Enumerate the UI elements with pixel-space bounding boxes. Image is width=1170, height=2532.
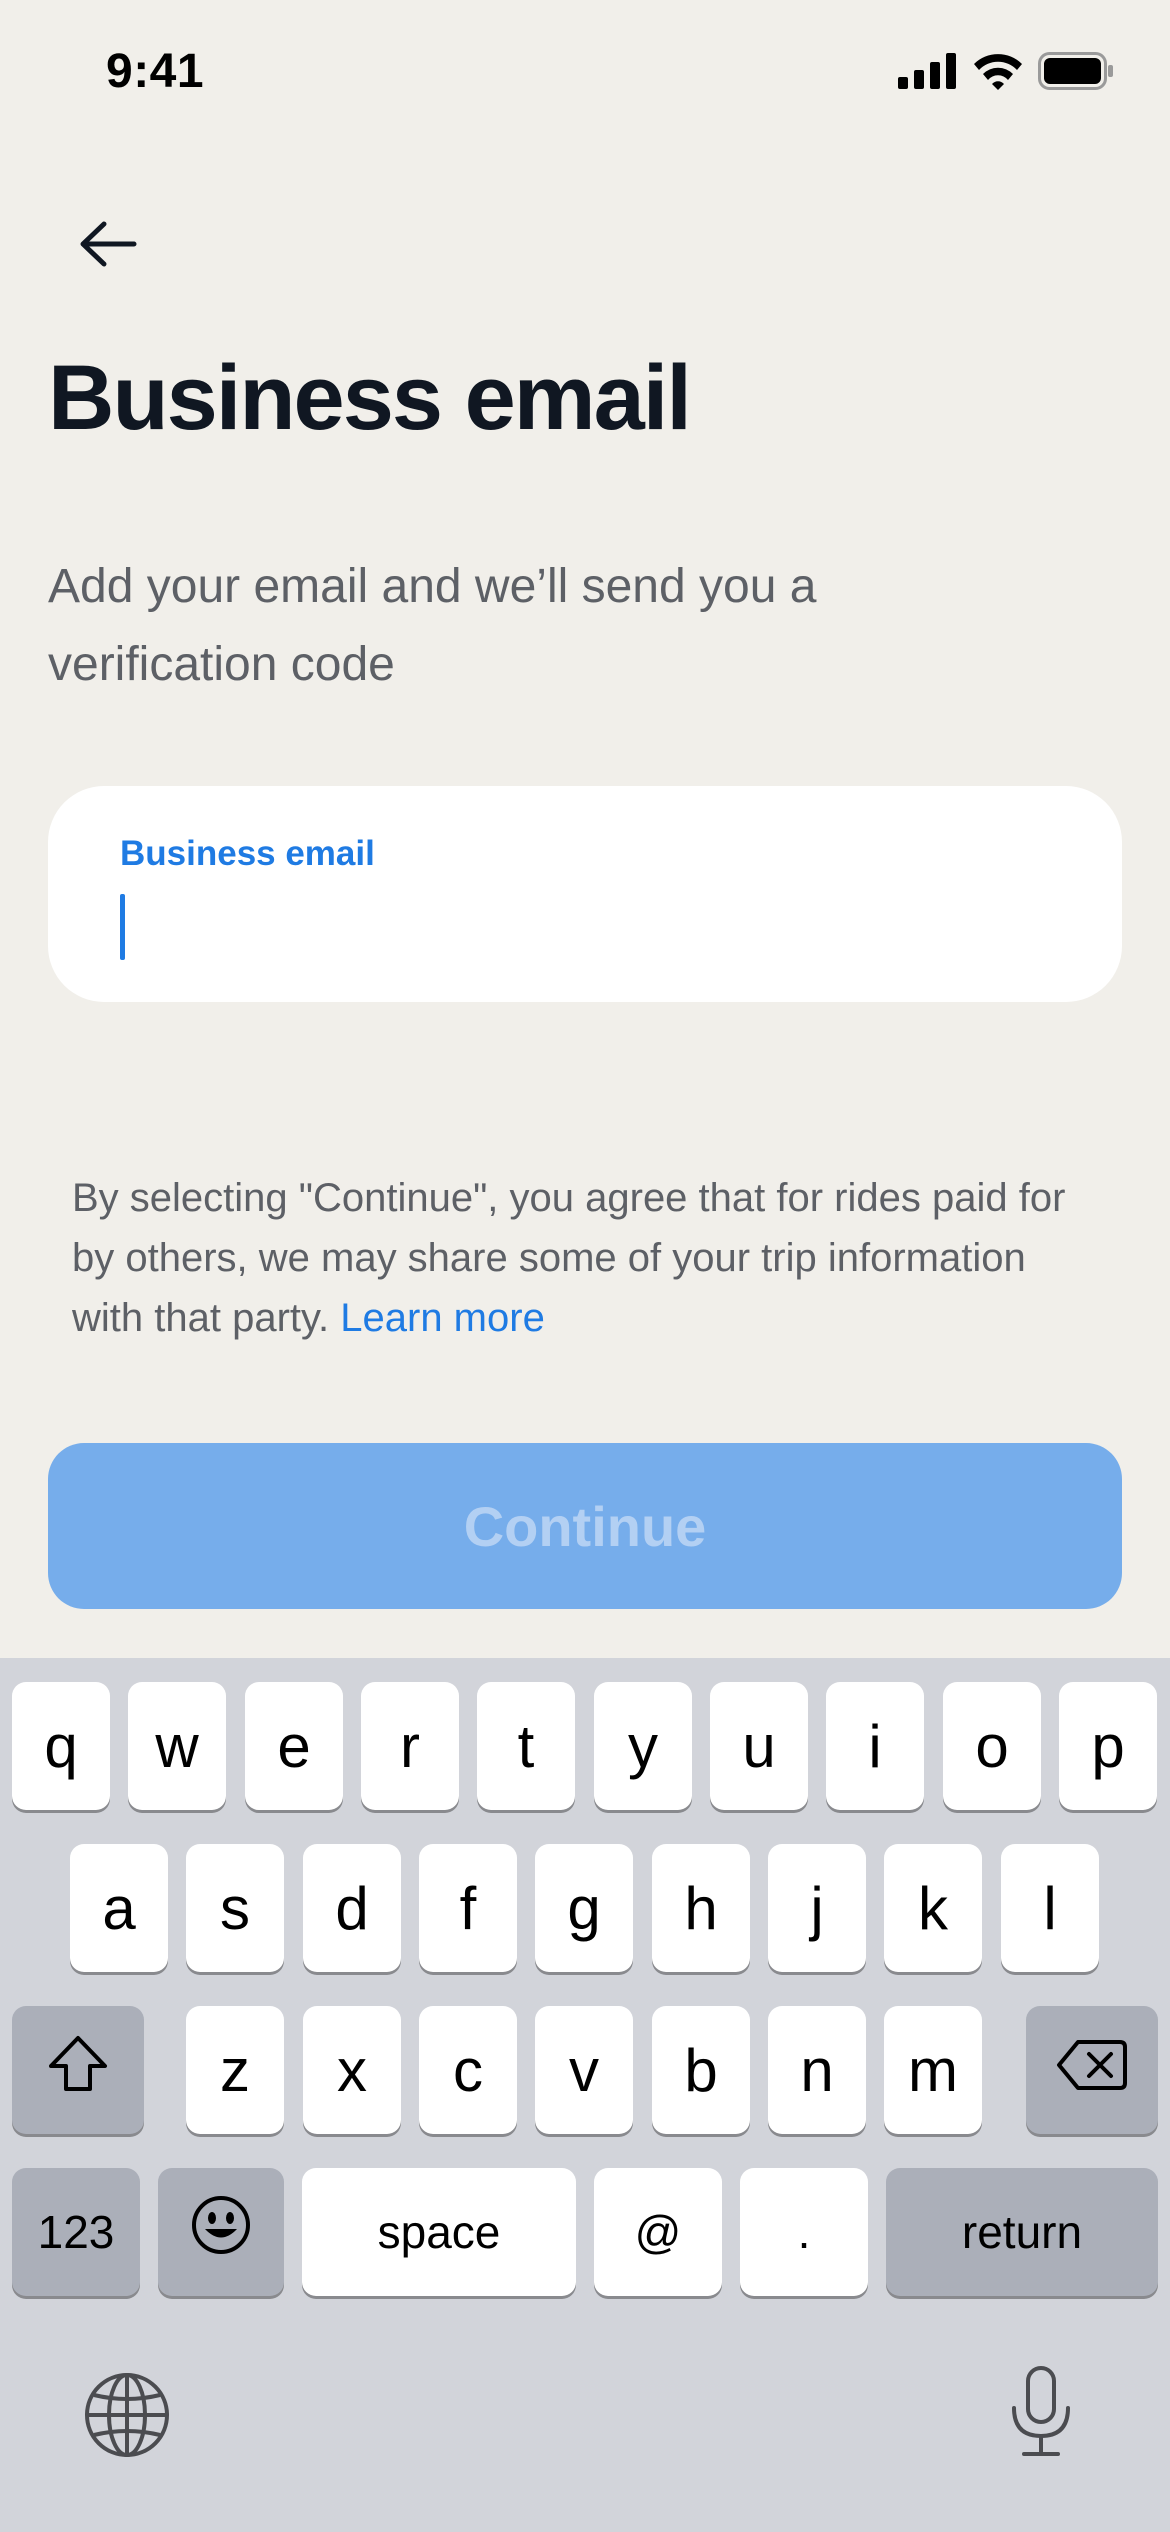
key-b[interactable]: b xyxy=(652,2006,750,2134)
key-p[interactable]: p xyxy=(1059,1682,1157,1810)
cellular-signal-icon xyxy=(898,53,958,94)
page-title: Business email xyxy=(48,347,692,449)
key-q[interactable]: q xyxy=(12,1682,110,1810)
key-s[interactable]: s xyxy=(186,1844,284,1972)
key-k[interactable]: k xyxy=(884,1844,982,1972)
emoji-key[interactable] xyxy=(158,2168,284,2296)
key-c[interactable]: c xyxy=(419,2006,517,2134)
wifi-icon xyxy=(972,52,1024,95)
key-y[interactable]: y xyxy=(594,1682,692,1810)
key-t[interactable]: t xyxy=(477,1682,575,1810)
key-f[interactable]: f xyxy=(419,1844,517,1972)
text-caret xyxy=(120,894,125,960)
key-m[interactable]: m xyxy=(884,2006,982,2134)
battery-icon xyxy=(1038,52,1114,95)
key-d[interactable]: d xyxy=(303,1844,401,1972)
key-g[interactable]: g xyxy=(535,1844,633,1972)
key-r[interactable]: r xyxy=(361,1682,459,1810)
shift-key[interactable] xyxy=(12,2006,144,2134)
continue-button[interactable]: Continue xyxy=(48,1443,1122,1609)
email-field-label: Business email xyxy=(120,834,375,873)
email-input[interactable] xyxy=(118,886,1018,956)
key-u[interactable]: u xyxy=(710,1682,808,1810)
backspace-key[interactable] xyxy=(1026,2006,1158,2134)
arrow-left-icon xyxy=(78,219,138,274)
email-field[interactable]: Business email xyxy=(48,786,1122,1002)
key-x[interactable]: x xyxy=(303,2006,401,2134)
emoji-icon xyxy=(190,2194,252,2270)
key-z[interactable]: z xyxy=(186,2006,284,2134)
period-key[interactable]: . xyxy=(740,2168,868,2296)
shift-icon xyxy=(46,2033,110,2107)
globe-icon[interactable] xyxy=(82,2370,172,2465)
keyboard: q w e r t y u i o p a s d f g h j k l z … xyxy=(0,1658,1170,2532)
key-v[interactable]: v xyxy=(535,2006,633,2134)
space-key[interactable]: space xyxy=(302,2168,576,2296)
business-email-screen: 9:41 Business email Add your email and w… xyxy=(0,0,1170,2532)
at-key[interactable]: @ xyxy=(594,2168,722,2296)
key-e[interactable]: e xyxy=(245,1682,343,1810)
key-h[interactable]: h xyxy=(652,1844,750,1972)
status-icons xyxy=(898,52,1114,95)
key-j[interactable]: j xyxy=(768,1844,866,1972)
key-a[interactable]: a xyxy=(70,1844,168,1972)
page-subtitle: Add your email and we’ll send you a veri… xyxy=(48,560,817,691)
key-l[interactable]: l xyxy=(1001,1844,1099,1972)
disclaimer-text: By selecting "Continue", you agree that … xyxy=(72,1176,1066,1340)
return-key[interactable]: return xyxy=(886,2168,1158,2296)
status-time: 9:41 xyxy=(106,45,205,98)
status-bar: 9:41 xyxy=(0,0,1170,150)
backspace-icon xyxy=(1056,2036,1128,2105)
disclaimer: By selecting "Continue", you agree that … xyxy=(72,1168,1082,1348)
learn-more-link[interactable]: Learn more xyxy=(340,1296,545,1340)
key-i[interactable]: i xyxy=(826,1682,924,1810)
key-o[interactable]: o xyxy=(943,1682,1041,1810)
back-button[interactable] xyxy=(62,200,154,292)
microphone-icon[interactable] xyxy=(1006,2364,1076,2465)
key-n[interactable]: n xyxy=(768,2006,866,2134)
key-w[interactable]: w xyxy=(128,1682,226,1810)
numbers-key[interactable]: 123 xyxy=(12,2168,140,2296)
